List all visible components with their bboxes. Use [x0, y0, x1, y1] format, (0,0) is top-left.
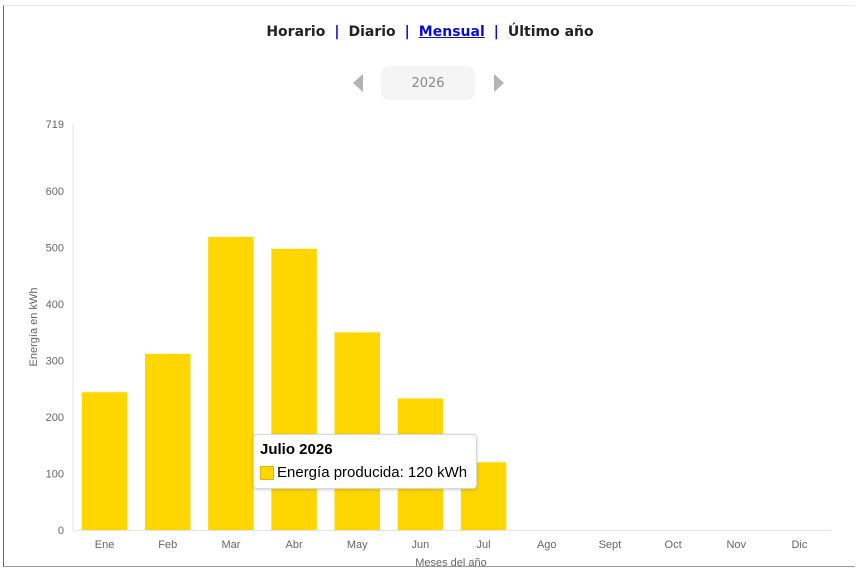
y-axis: 0 100 200 300 400 500 600 719	[46, 119, 74, 537]
x-tick-label: Jun	[412, 539, 430, 551]
x-tick-label: Ago	[537, 539, 557, 551]
x-tick-label: Sept	[599, 539, 622, 551]
x-tick-label: Ene	[95, 539, 115, 551]
x-tick-label: Nov	[726, 539, 746, 551]
x-tick-label: Abr	[286, 539, 303, 551]
bar-feb[interactable]	[145, 353, 191, 530]
x-tick-label: Oct	[665, 539, 682, 551]
y-tick-label: 600	[46, 186, 64, 198]
tooltip-label: Energía producida: 120 kWh	[277, 464, 468, 481]
tooltip-color-swatch	[260, 465, 274, 480]
x-tick-label: Jul	[477, 539, 491, 551]
x-tick-label: Dic	[791, 539, 807, 551]
tooltip-title: Julio 2026	[260, 441, 333, 458]
x-axis-label: Meses del año	[415, 557, 487, 569]
bar-ene[interactable]	[81, 392, 128, 530]
y-tick-label: 200	[46, 412, 64, 424]
x-tick-label: May	[347, 539, 368, 551]
bar-mar[interactable]	[208, 236, 254, 530]
y-tick-label: 719	[46, 119, 64, 131]
y-tick-label: 300	[46, 356, 64, 368]
y-tick-label: 500	[46, 243, 64, 255]
bar-tooltip: Julio 2026 Energía producida: 120 kWh	[253, 434, 477, 489]
x-tick-label: Feb	[158, 539, 177, 551]
x-tick-label: Mar	[221, 539, 240, 551]
y-tick-label: 0	[58, 525, 64, 537]
y-axis-label: Energía en kWh	[28, 288, 40, 367]
y-tick-label: 400	[46, 299, 64, 311]
x-axis: Ene Feb Mar Abr May Jun Jul Ago Sept Oct Nov Dic	[73, 530, 831, 551]
y-tick-label: 100	[46, 469, 64, 481]
bar-may[interactable]	[334, 332, 380, 530]
